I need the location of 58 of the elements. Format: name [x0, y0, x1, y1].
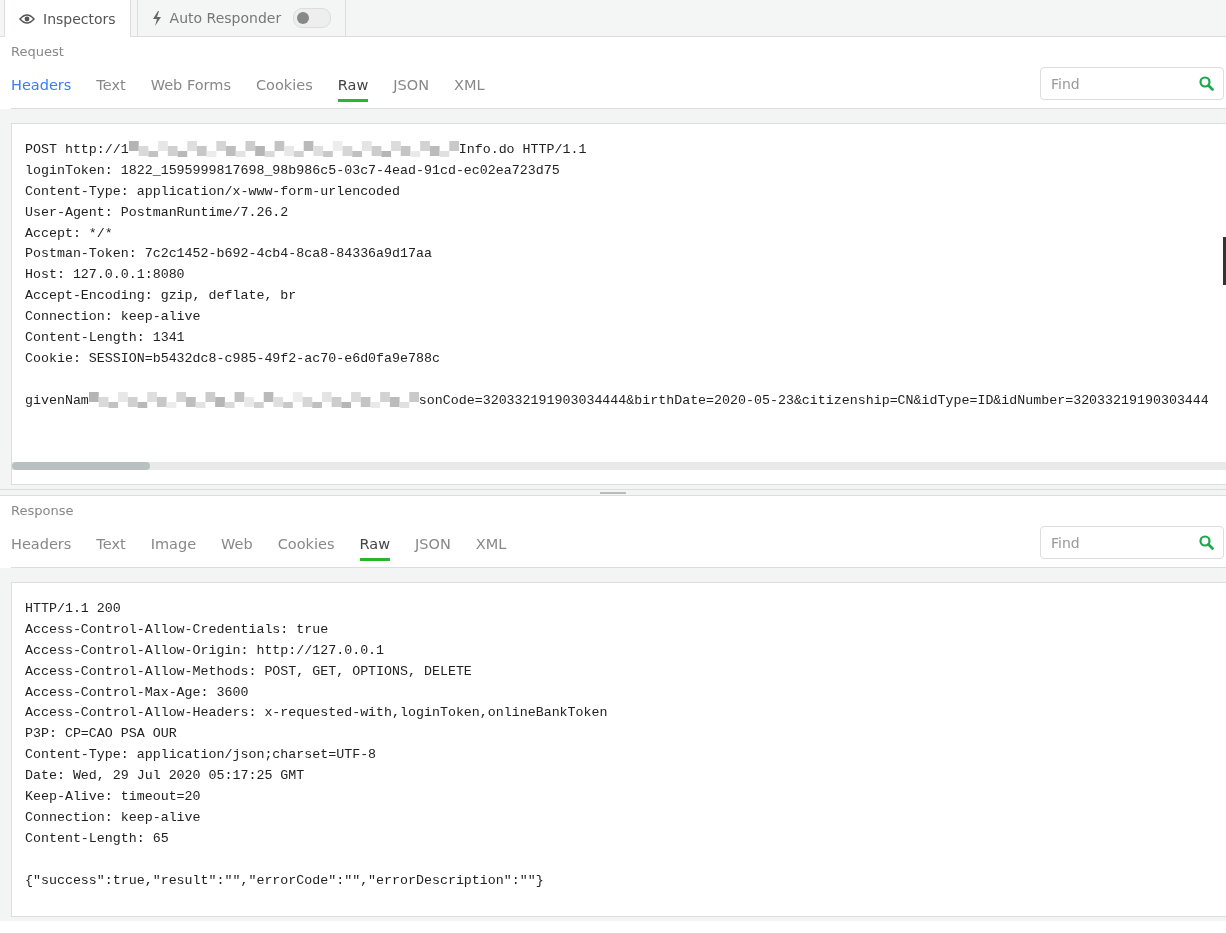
- inspector-tab[interactable]: Text: [96, 77, 126, 102]
- code-line: givenNam: [25, 392, 89, 408]
- code-line: Content-Type: application/json;charset=UTF-8: [25, 747, 377, 763]
- inspector-tab[interactable]: XML: [475, 536, 507, 561]
- code-line: Postman-Token: 7c2c1452-b692-4cb4-8ca8-84336a9d17aa: [25, 246, 432, 262]
- code-line: HTTP/1.1 200: [25, 600, 121, 616]
- code-line: Content-Type: application/x-www-form-urlencoded: [25, 183, 401, 199]
- inspector-tab[interactable]: Inspectors: [4, 0, 131, 37]
- code-line: Content-Length: 65: [25, 830, 169, 846]
- code-line: Accept-Encoding: gzip, deflate, br: [25, 288, 297, 304]
- search-icon: [1199, 76, 1214, 91]
- inspector-tab[interactable]: Raw: [337, 77, 369, 102]
- code-line: Host: 127.0.0.1:8080: [25, 267, 185, 283]
- search-icon: [1199, 535, 1214, 550]
- code-line: Content-Length: 1341: [25, 329, 185, 345]
- code-line: loginToken: 1822_1595999817698_98b986c5-03c7-4ead-91cd-ec02ea723d75: [25, 162, 560, 178]
- find-field[interactable]: Find: [1040, 526, 1224, 559]
- code-line: sonCode=320332191903034444&birthDate=2020-05-23&citizenship=CN&idType=ID&idNumber=32033219190303444: [418, 392, 1209, 408]
- inspector-tab[interactable]: Web Forms: [150, 77, 231, 102]
- section-label: Response: [11, 503, 75, 518]
- code-line: POST http://1: [25, 141, 129, 157]
- redacted-blur-icon: [128, 141, 459, 158]
- code-line: Access-Control-Allow-Methods: POST, GET, OPTIONS, DELETE: [25, 663, 472, 679]
- inspector-tab[interactable]: JSON: [393, 77, 430, 102]
- redacted-blur-icon: [88, 392, 419, 409]
- inspector-tab[interactable]: Text: [96, 536, 126, 561]
- code-line: P3P: CP=CAO PSA OUR: [25, 726, 177, 742]
- code-line: Access-Control-Max-Age: 3600: [25, 684, 249, 700]
- inspector-tab[interactable]: Web: [221, 536, 253, 561]
- inspector-tab[interactable]: Cookies: [256, 77, 313, 102]
- code-line: Date: Wed, 29 Jul 2020 05:17:25 GMT: [25, 768, 305, 784]
- code-line: Accept: */*: [25, 225, 113, 241]
- splitter-handle[interactable]: [600, 491, 626, 494]
- inspector-tab[interactable]: XML: [454, 77, 485, 102]
- inspector-tab[interactable]: Headers: [11, 77, 72, 102]
- inspector-tab[interactable]: JSON: [415, 536, 451, 561]
- inspector-tab[interactable]: Image: [150, 536, 197, 561]
- inspector-tab[interactable]: Headers: [11, 536, 72, 561]
- toggle-switch[interactable]: [293, 8, 332, 28]
- code-line: Access-Control-Allow-Origin: http://127.0.0.1: [25, 642, 385, 658]
- inspector-tab[interactable]: Auto Responder: [136, 0, 347, 36]
- code-line: {"success":true,"result":"","errorCode":"","errorDescription":""}: [25, 872, 544, 888]
- code-line: Access-Control-Allow-Credentials: true: [25, 621, 329, 637]
- eye-icon: [19, 12, 35, 25]
- code-line: User-Agent: PostmanRuntime/7.26.2: [25, 204, 289, 220]
- code-line: Connection: keep-alive: [25, 809, 201, 825]
- find-field[interactable]: Find: [1040, 67, 1224, 100]
- inspector-tab[interactable]: Raw: [359, 536, 391, 561]
- code-line: Keep-Alive: timeout=20: [25, 788, 201, 804]
- code-line: Access-Control-Allow-Headers: x-requested-with,loginToken,onlineBankToken: [25, 705, 608, 721]
- scrollbar-thumb[interactable]: [1223, 237, 1226, 285]
- scrollbar-thumb[interactable]: [12, 462, 150, 470]
- code-line: Cookie: SESSION=b5432dc8-c985-49f2-ac70-e6d0fa9e788c: [25, 350, 440, 366]
- lightning-icon: [151, 10, 162, 26]
- section-label: Request: [11, 44, 65, 59]
- code-line: Info.do HTTP/1.1: [458, 141, 587, 157]
- inspector-tab[interactable]: Cookies: [277, 536, 335, 561]
- code-line: Connection: keep-alive: [25, 309, 201, 325]
